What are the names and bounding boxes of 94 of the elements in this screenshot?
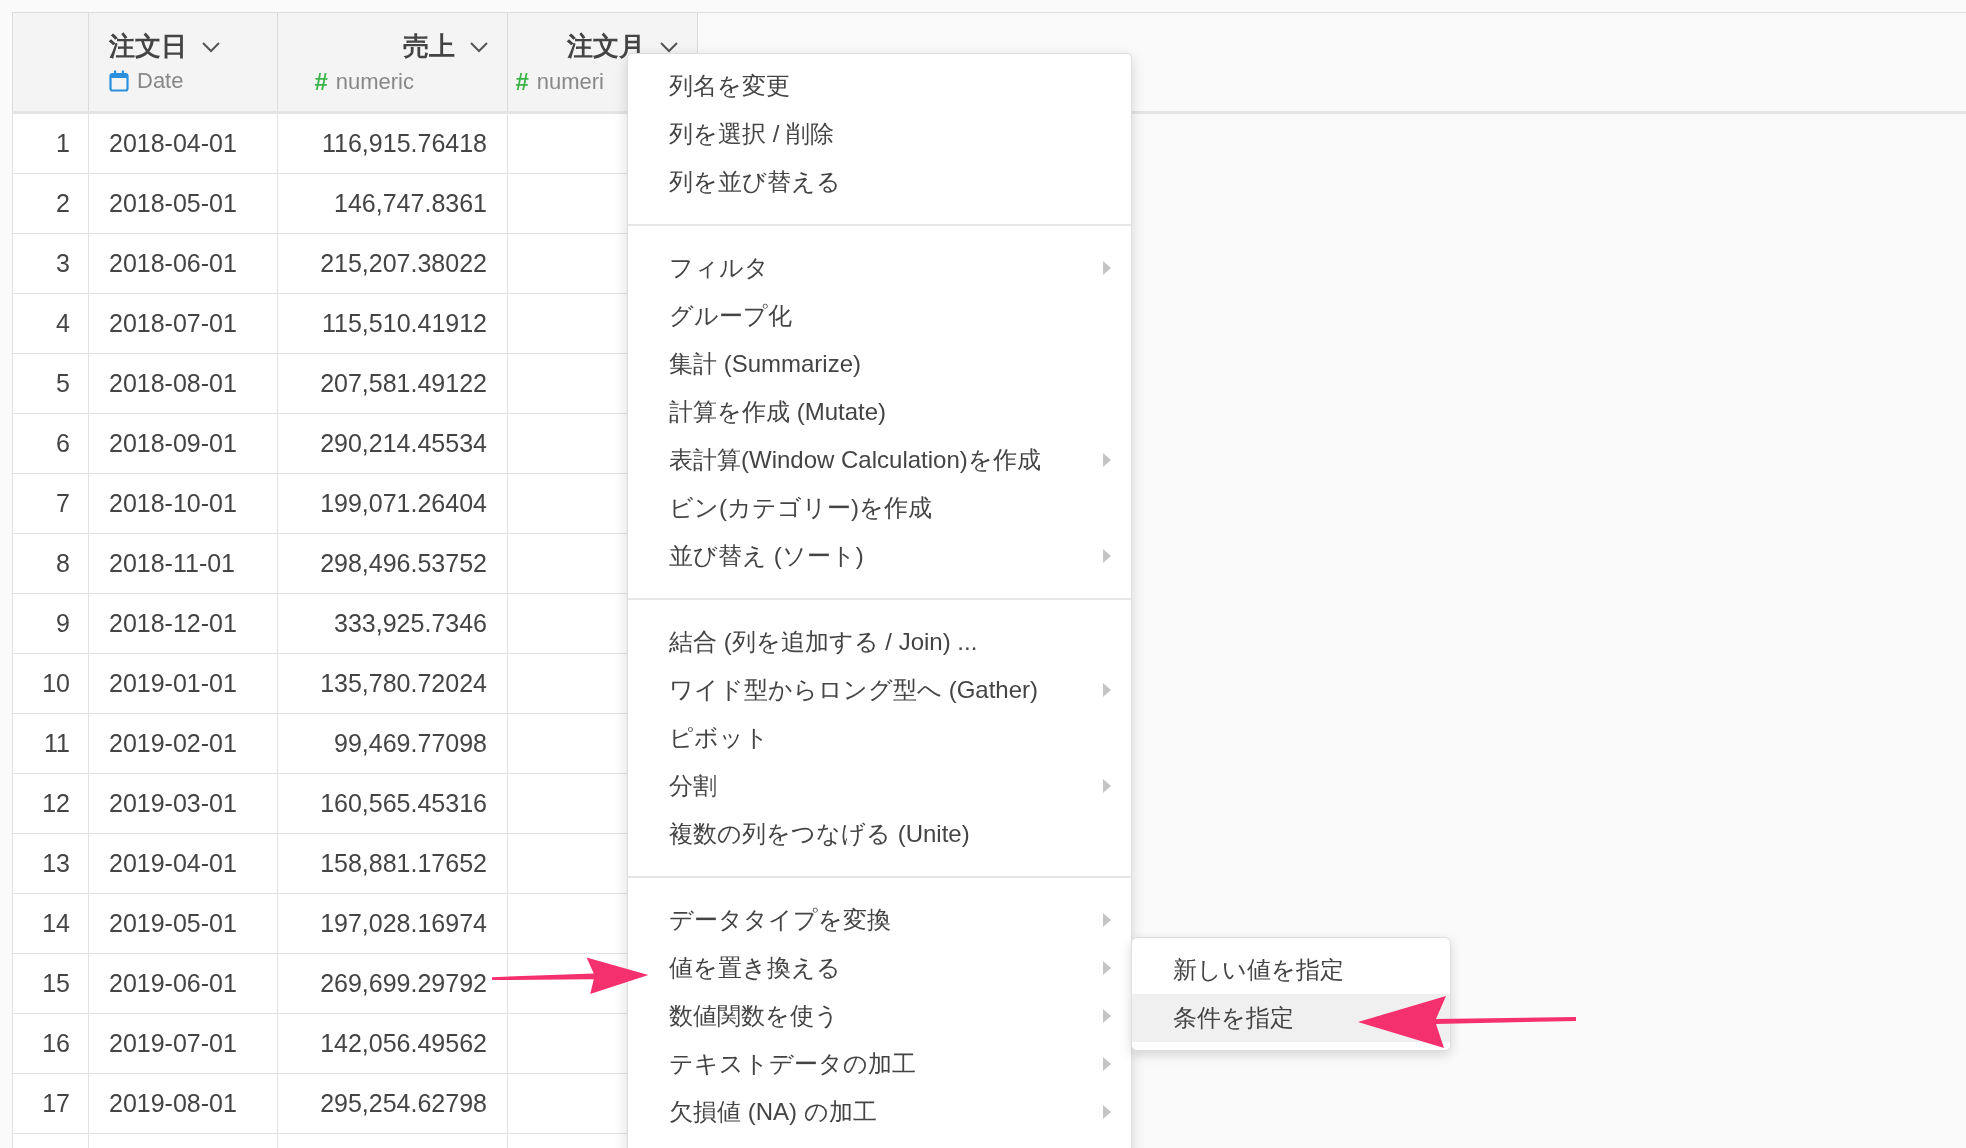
submenu-arrow-icon	[1103, 453, 1111, 467]
menu-item[interactable]: 表計算(Window Calculation)を作成	[628, 436, 1131, 484]
table-cell: 2018-07-01	[89, 294, 278, 354]
menu-item[interactable]: 並び替え (ソート)	[628, 532, 1131, 580]
numeric-type-symbol: #	[314, 68, 328, 96]
table-cell: 146,747.8361	[278, 174, 508, 234]
table-cell: 142,056.49562	[278, 1014, 508, 1074]
menu-item[interactable]: 列を並び替える	[628, 158, 1131, 206]
menu-item[interactable]: 複数の列をつなげる (Unite)	[628, 810, 1131, 858]
submenu-arrow-icon	[1103, 549, 1111, 563]
column-header[interactable]: 売上 # numeric	[278, 13, 508, 111]
submenu-arrow-icon	[1103, 779, 1111, 793]
row-number: 6	[12, 414, 89, 474]
table-cell: 333,925.7346	[278, 594, 508, 654]
row-number: 8	[12, 534, 89, 594]
numeric-type-symbol: #	[515, 68, 529, 96]
menu-item[interactable]: データタイプを変換	[628, 896, 1131, 944]
row-number: 5	[12, 354, 89, 414]
menu-item[interactable]: 計算を作成 (Mutate)	[628, 388, 1131, 436]
column-type-label: numeric	[335, 69, 414, 95]
chevron-down-icon[interactable]	[201, 40, 221, 53]
column-type-label: numeri	[536, 69, 604, 95]
table-cell: 2018-06-01	[89, 234, 278, 294]
table-cell: 2019-03-01	[89, 774, 278, 834]
table-cell: 290,214.45534	[278, 414, 508, 474]
row-number: 2	[12, 174, 89, 234]
menu-item[interactable]: テキストデータの加工	[628, 1040, 1131, 1088]
table-cell: 2019-02-01	[89, 714, 278, 774]
table-cell: 2019-01-01	[89, 654, 278, 714]
menu-item[interactable]: ワイド型からロング型へ (Gather)	[628, 666, 1131, 714]
submenu-arrow-icon	[1103, 913, 1111, 927]
submenu-arrow-icon	[1103, 1009, 1111, 1023]
menu-item[interactable]: 分割	[628, 762, 1131, 810]
table-cell: 2019-05-01	[89, 894, 278, 954]
table-cell: 298,496.53752	[278, 534, 508, 594]
submenu-arrow-icon	[1103, 683, 1111, 697]
menu-item[interactable]: 集計 (Summarize)	[628, 340, 1131, 388]
row-number: 14	[12, 894, 89, 954]
table-cell: 2018-08-01	[89, 354, 278, 414]
chevron-down-icon[interactable]	[469, 40, 489, 53]
row-number: 12	[12, 774, 89, 834]
submenu-arrow-icon	[1103, 1105, 1111, 1119]
menu-item[interactable]: ビン(カテゴリー)を作成	[628, 484, 1131, 532]
calendar-icon	[109, 70, 129, 92]
menu-item[interactable]: 値を置き換える	[628, 944, 1131, 992]
table-cell: 115,510.41912	[278, 294, 508, 354]
table-cell: 2018-10-01	[89, 474, 278, 534]
menu-item[interactable]: ピボット	[628, 714, 1131, 762]
row-number: 11	[12, 714, 89, 774]
menu-item[interactable]: 新しい値を指定	[1132, 946, 1450, 994]
table-cell: 197,028.16974	[278, 894, 508, 954]
table-cell: 215,207.38022	[278, 234, 508, 294]
row-number: 13	[12, 834, 89, 894]
submenu-arrow-icon	[1103, 961, 1111, 975]
row-number: 3	[12, 234, 89, 294]
table-cell: 158,881.17652	[278, 834, 508, 894]
table-cell: 160,565.45316	[278, 774, 508, 834]
column-name: 売上	[403, 30, 455, 63]
table-cell: 2018-11-01	[89, 534, 278, 594]
table-cell: 269,699.29792	[278, 954, 508, 1014]
row-number: 9	[12, 594, 89, 654]
row-number: 1	[12, 114, 89, 174]
menu-item[interactable]: 列を選択 / 削除	[628, 110, 1131, 158]
table-cell: 2019-06-01	[89, 954, 278, 1014]
menu-item[interactable]: 数値関数を使う	[628, 992, 1131, 1040]
table-cell: 295,254.62798	[278, 1074, 508, 1134]
row-number: 16	[12, 1014, 89, 1074]
table-cell: 2018-05-01	[89, 174, 278, 234]
menu-item[interactable]: 欠損値 (NA) の加工	[628, 1088, 1131, 1136]
table-cell: 2018-04-01	[89, 114, 278, 174]
table-cell: 99,469.77098	[278, 714, 508, 774]
row-number: 10	[12, 654, 89, 714]
submenu-arrow-icon	[1103, 1057, 1111, 1071]
table-cell: 2018-09-01	[89, 414, 278, 474]
column-name: 注文日	[109, 30, 187, 63]
menu-item[interactable]: 結合 (列を追加する / Join) ...	[628, 618, 1131, 666]
table-cell: 2018-12-01	[89, 594, 278, 654]
table-cell: 199,071.26404	[278, 474, 508, 534]
column-type-label: Date	[137, 68, 184, 94]
table-cell: 135,780.72024	[278, 654, 508, 714]
row-number: 15	[12, 954, 89, 1014]
submenu-arrow-icon	[1103, 261, 1111, 275]
row-number: 17	[12, 1074, 89, 1134]
chevron-down-icon[interactable]	[659, 40, 679, 53]
table-cell: 2019-04-01	[89, 834, 278, 894]
table-cell: 207,581.49122	[278, 354, 508, 414]
table-cell: 2019-07-01	[89, 1014, 278, 1074]
table-cell: 2019-08-01	[89, 1074, 278, 1134]
menu-item[interactable]: フィルタ	[628, 244, 1131, 292]
column-header[interactable]: 注文日 Date	[89, 13, 278, 111]
table-cell: 116,915.76418	[278, 114, 508, 174]
menu-item[interactable]: グループ化	[628, 292, 1131, 340]
row-number: 4	[12, 294, 89, 354]
row-number: 7	[12, 474, 89, 534]
